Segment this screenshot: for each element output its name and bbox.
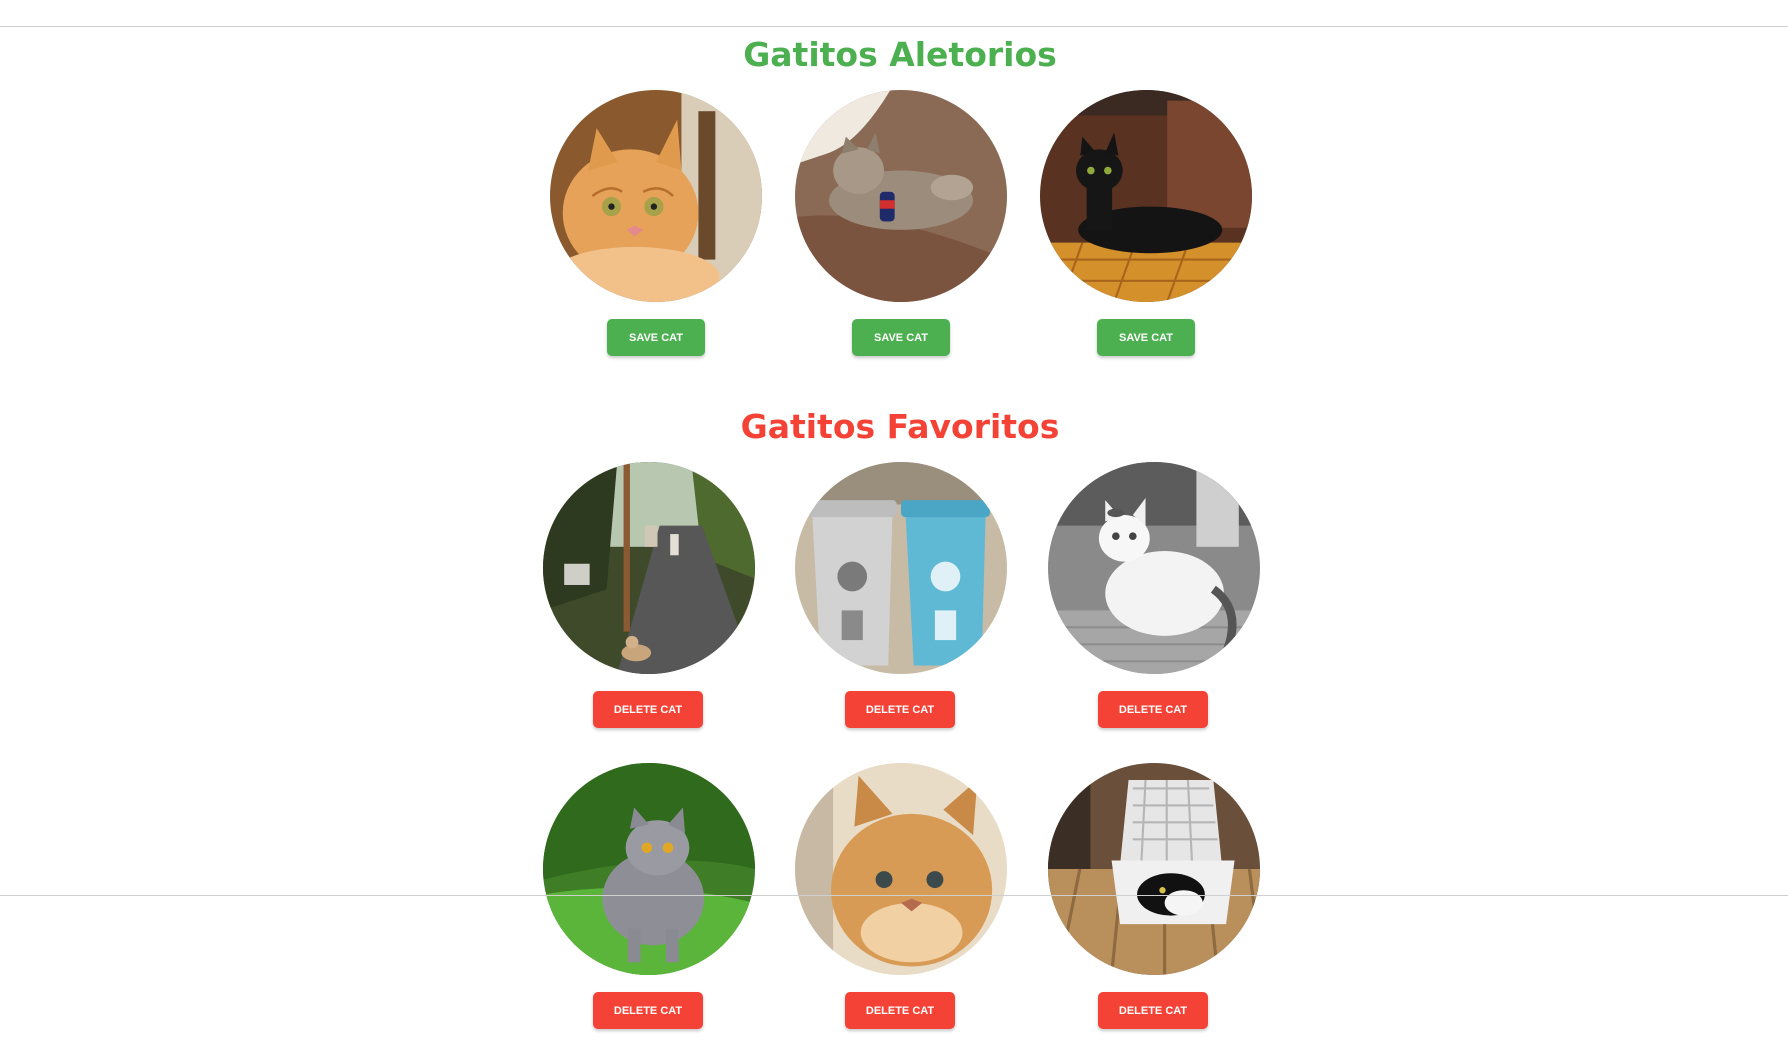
favorite-cat-card: DELETE CAT xyxy=(543,462,755,728)
delete-cat-button[interactable]: DELETE CAT xyxy=(1098,992,1208,1029)
favorite-cat-card: DELETE CAT xyxy=(1048,763,1260,1029)
favorite-cat-image xyxy=(795,462,1007,674)
save-cat-button[interactable]: SAVE CAT xyxy=(1097,319,1195,356)
favorite-cat-image xyxy=(543,763,755,975)
top-divider xyxy=(0,26,1788,27)
random-cat-image xyxy=(550,90,762,302)
bottom-divider xyxy=(0,895,1788,896)
favorite-cats-title: Gatitos Favoritos xyxy=(740,407,1060,446)
random-cats-title: Gatitos Aletorios xyxy=(743,35,1057,74)
random-cat-card: SAVE CAT xyxy=(550,90,762,356)
delete-cat-button[interactable]: DELETE CAT xyxy=(593,691,703,728)
favorite-cat-image xyxy=(1048,462,1260,674)
delete-cat-button[interactable]: DELETE CAT xyxy=(593,992,703,1029)
delete-cat-button[interactable]: DELETE CAT xyxy=(845,691,955,728)
random-cat-card: SAVE CAT xyxy=(795,90,1007,356)
random-cat-card: SAVE CAT xyxy=(1040,90,1252,356)
delete-cat-button[interactable]: DELETE CAT xyxy=(1098,691,1208,728)
favorite-cat-image xyxy=(1048,763,1260,975)
favorite-cat-card: DELETE CAT xyxy=(795,763,1007,1029)
random-cat-image xyxy=(795,90,1007,302)
favorite-cat-image xyxy=(795,763,1007,975)
page: Gatitos Aletorios SAVE CAT SAVE CAT SAVE… xyxy=(0,0,1788,1054)
favorite-cat-card: DELETE CAT xyxy=(543,763,755,1029)
delete-cat-button[interactable]: DELETE CAT xyxy=(845,992,955,1029)
favorite-cat-card: DELETE CAT xyxy=(1048,462,1260,728)
save-cat-button[interactable]: SAVE CAT xyxy=(607,319,705,356)
favorite-cat-card: DELETE CAT xyxy=(795,462,1007,728)
save-cat-button[interactable]: SAVE CAT xyxy=(852,319,950,356)
favorite-cat-image xyxy=(543,462,755,674)
random-cat-image xyxy=(1040,90,1252,302)
